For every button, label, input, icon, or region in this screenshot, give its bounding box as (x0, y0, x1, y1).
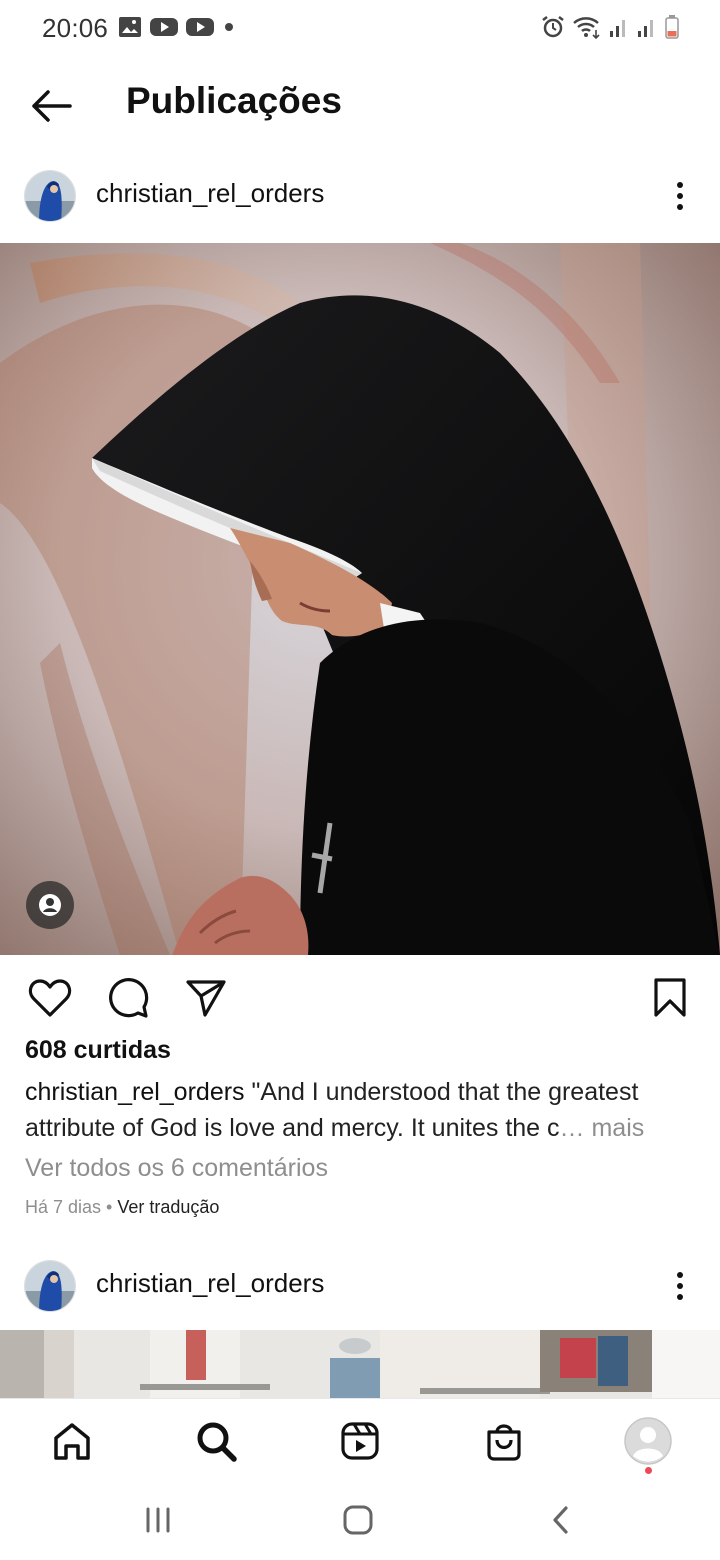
arrow-left-icon (32, 90, 72, 122)
signal-icon (610, 20, 625, 37)
comment-button[interactable] (104, 974, 152, 1022)
youtube-icon (150, 18, 178, 36)
post-username[interactable]: christian_rel_orders (96, 178, 324, 209)
save-button[interactable] (646, 974, 694, 1022)
view-comments-link[interactable]: Ver todos os 6 comentários (25, 1154, 328, 1183)
like-button[interactable] (26, 974, 74, 1022)
signal-icon (638, 20, 653, 37)
more-vertical-icon (677, 182, 683, 210)
home-system-button[interactable] (334, 1498, 382, 1542)
recents-icon (146, 1507, 170, 1533)
meta-separator: • (101, 1197, 118, 1217)
alarm-icon (542, 16, 564, 38)
caption: christian_rel_orders "And I understood t… (25, 1074, 675, 1146)
post-photo (0, 243, 720, 955)
status-bar: 20:06 (0, 0, 720, 56)
caption-username[interactable]: christian_rel_orders (25, 1078, 245, 1106)
nav-search[interactable] (188, 1413, 244, 1469)
dot-icon (225, 23, 233, 31)
header: Publicações (0, 56, 720, 152)
home-square-icon (343, 1505, 373, 1535)
post-time: Há 7 dias (25, 1197, 102, 1217)
nav-reels[interactable] (332, 1413, 388, 1469)
more-vertical-icon (677, 1272, 683, 1300)
likes-count[interactable]: 608 curtidas (25, 1036, 171, 1065)
share-button[interactable] (182, 974, 230, 1022)
bookmark-icon (654, 978, 686, 1017)
post-image[interactable] (0, 243, 720, 955)
send-icon (186, 980, 226, 1017)
post-actions (0, 962, 720, 1032)
status-right-icons (540, 14, 680, 40)
home-icon (54, 1423, 90, 1460)
avatar[interactable] (24, 1260, 76, 1312)
notification-dot (645, 1467, 652, 1474)
profile-icon (624, 1417, 672, 1465)
status-left-icons (118, 16, 236, 38)
nav-profile[interactable] (620, 1413, 676, 1469)
system-nav (0, 1480, 720, 1560)
status-time: 20:06 (42, 13, 109, 43)
page-title: Publicações (126, 80, 342, 121)
more-options-button[interactable] (660, 1264, 700, 1308)
heart-icon (28, 979, 72, 1017)
translate-link[interactable]: Ver tradução (117, 1197, 219, 1217)
back-chevron-icon (553, 1506, 568, 1534)
post-photo (0, 1330, 720, 1398)
bottom-nav (0, 1398, 720, 1480)
post-header: christian_rel_orders (0, 152, 720, 238)
avatar[interactable] (24, 170, 76, 222)
back-button[interactable] (22, 78, 78, 134)
back-system-button[interactable] (536, 1498, 584, 1542)
shop-icon (487, 1424, 521, 1461)
image-icon (119, 17, 141, 37)
comment-icon (109, 978, 149, 1018)
nav-shop[interactable] (476, 1413, 532, 1469)
wifi-icon (573, 17, 600, 40)
nav-home[interactable] (44, 1413, 100, 1469)
post-username[interactable]: christian_rel_orders (96, 1268, 324, 1299)
post-header: christian_rel_orders (0, 1242, 720, 1328)
recents-button[interactable] (134, 1498, 182, 1542)
youtube-icon (186, 18, 214, 36)
user-tag-button[interactable] (26, 881, 74, 929)
post-meta: Há 7 dias • Ver tradução (25, 1197, 219, 1218)
person-icon (39, 894, 61, 916)
battery-icon (665, 15, 679, 39)
reels-icon (341, 1422, 379, 1460)
search-icon (197, 1422, 237, 1462)
post-image[interactable] (0, 1330, 720, 1398)
more-options-button[interactable] (660, 174, 700, 218)
caption-more-link[interactable]: … mais (560, 1114, 645, 1142)
